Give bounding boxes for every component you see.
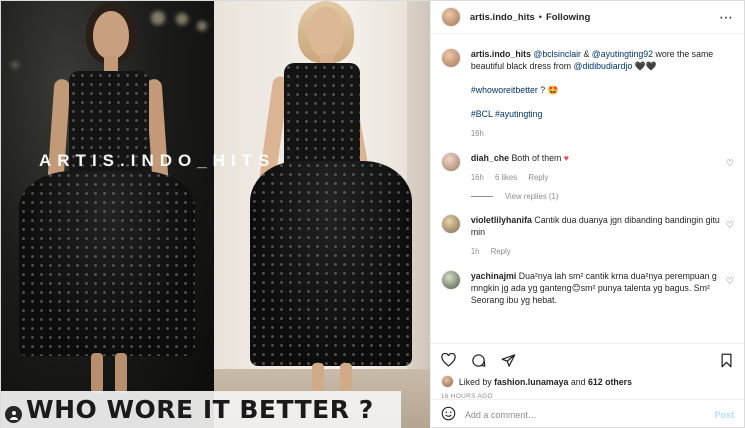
commenter-avatar[interactable] <box>440 270 461 290</box>
photo-panel-left <box>1 1 214 428</box>
comment-time: 16h <box>470 173 484 182</box>
likes-and: and <box>570 376 586 387</box>
comment-emoji: ♥ <box>563 153 570 163</box>
reply-button[interactable]: Reply <box>528 173 548 182</box>
replies-line <box>470 196 493 197</box>
post-sidebar: artis.indo_hits • Following ⋯ artis.indo… <box>429 1 744 428</box>
post-header: artis.indo_hits • Following ⋯ <box>430 1 744 34</box>
comment-item: diah_che Both of them ♥ 16h 6 likes Repl… <box>440 152 734 184</box>
like-comment-heart-icon[interactable]: ♡ <box>726 220 734 231</box>
hashtag-link[interactable]: #BCL <box>471 109 493 119</box>
post-image[interactable]: ARTIS.INDO_HITS WHO WORE IT BETTER ? <box>1 1 430 428</box>
caption-username[interactable]: artis.indo_hits <box>471 49 531 59</box>
caption-avatar[interactable] <box>440 48 461 68</box>
comment-time: 1h <box>470 247 480 256</box>
hashtag-link[interactable]: #whoworeitbetter <box>471 85 538 95</box>
like-comment-heart-icon[interactable]: ♡ <box>726 276 734 287</box>
mention-link[interactable]: @bclsinclair <box>533 49 581 59</box>
comment-item: yachinajmi Dua²nya lah sm² cantik krna d… <box>440 270 734 306</box>
caption-emoji: 🖤🖤 <box>634 61 657 71</box>
figure-left <box>1 1 214 428</box>
image-banner-text: WHO WORE IT BETTER ? <box>26 395 374 424</box>
emoji-icon[interactable] <box>441 406 456 424</box>
post-comment-button[interactable]: Post <box>714 410 734 420</box>
instagram-post-modal: ARTIS.INDO_HITS WHO WORE IT BETTER ? art… <box>0 0 745 428</box>
comment-likes[interactable]: 6 likes <box>495 173 517 182</box>
following-button[interactable]: Following <box>546 12 590 23</box>
caption-time: 16h <box>470 129 484 138</box>
likes-others[interactable]: 612 others <box>588 377 632 387</box>
liker-username[interactable]: fashion.lunamaya <box>494 377 568 387</box>
commenter-username[interactable]: yachinajmi <box>471 271 516 281</box>
comment-composer: Post <box>430 399 744 428</box>
commenter-username[interactable]: diah_che <box>471 153 509 163</box>
bookmark-icon[interactable] <box>718 352 734 368</box>
view-replies-label: View replies (1) <box>504 192 559 201</box>
view-replies-button[interactable]: View replies (1) <box>470 192 734 201</box>
commenter-avatar[interactable] <box>440 214 461 234</box>
commenter-username[interactable]: violetlilyhanifa <box>471 215 532 225</box>
comment-input[interactable] <box>464 409 715 420</box>
heart-icon[interactable] <box>441 352 457 368</box>
commenter-avatar[interactable] <box>440 152 461 172</box>
likes-prefix: Liked by <box>458 376 492 387</box>
caption: artis.indo_hits @bclsinclair & @ayutingt… <box>440 48 734 140</box>
share-icon[interactable] <box>501 352 517 368</box>
photo-panel-right <box>214 1 430 428</box>
hashtag-link[interactable]: #ayutingting <box>495 109 542 119</box>
likes-summary: Liked by fashion.lunamaya and 612 others <box>440 375 734 388</box>
mention-link[interactable]: @didibudiardjo <box>574 61 633 71</box>
image-watermark: ARTIS.INDO_HITS <box>39 151 276 170</box>
comment-item: violetlilyhanifa Cantik dua duanya jgn d… <box>440 214 734 258</box>
like-comment-heart-icon[interactable]: ♡ <box>726 158 734 169</box>
hashtag-suffix: ? 🤩 <box>540 85 559 95</box>
tagged-user-icon[interactable] <box>5 406 22 423</box>
comment-text: Both of them <box>511 153 562 163</box>
post-actions: Liked by fashion.lunamaya and 612 others… <box>430 343 744 400</box>
figure-right <box>214 1 430 428</box>
more-horizontal-icon[interactable]: ⋯ <box>719 9 734 26</box>
comments-section: artis.indo_hits @bclsinclair & @ayutingt… <box>431 34 744 343</box>
author-avatar[interactable] <box>440 7 461 27</box>
mention-link[interactable]: @ayutingting92 <box>592 49 653 59</box>
caption-amp: & <box>583 49 590 59</box>
comment-icon[interactable] <box>471 352 487 368</box>
author-username[interactable]: artis.indo_hits <box>470 12 535 23</box>
reply-button[interactable]: Reply <box>491 247 511 256</box>
header-separator: • <box>538 12 542 22</box>
liker-avatar[interactable] <box>440 375 454 388</box>
